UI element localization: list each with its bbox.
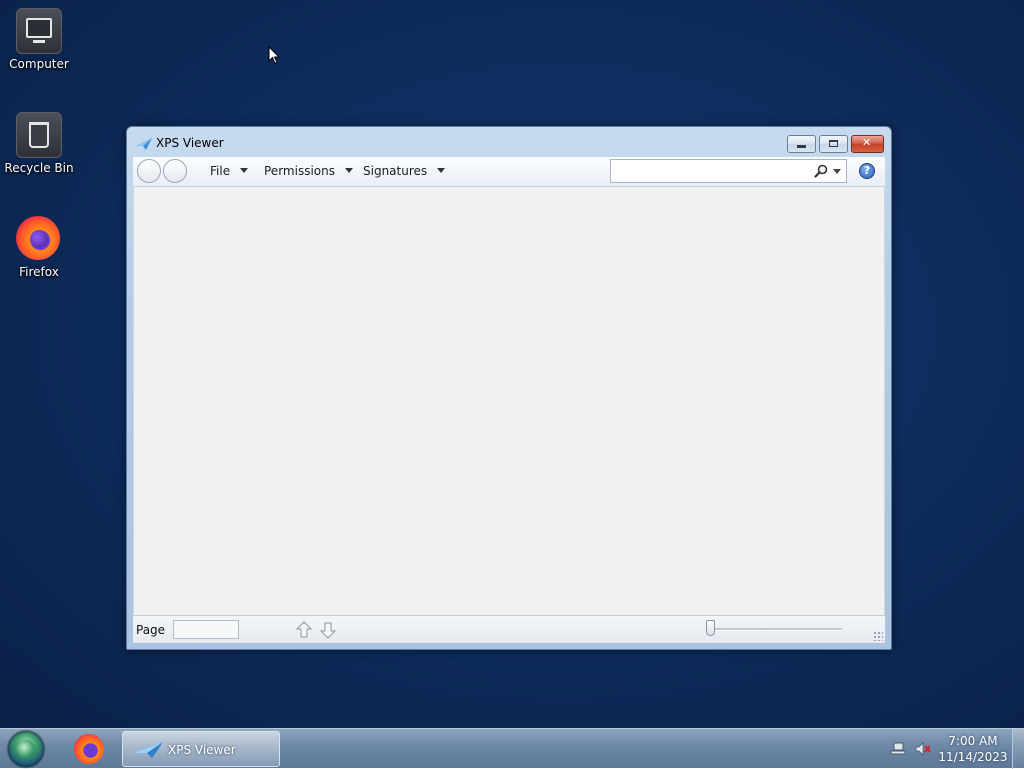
help-glyph: ? — [863, 164, 871, 177]
chevron-down-icon — [344, 168, 353, 173]
volume-muted-icon[interactable] — [915, 742, 931, 756]
desktop-icon-recycle-bin[interactable]: Recycle Bin — [0, 112, 78, 175]
chevron-down-icon — [240, 168, 249, 173]
firefox-icon — [16, 216, 62, 262]
previous-page-icon[interactable] — [295, 620, 313, 640]
mouse-cursor-icon — [268, 46, 280, 65]
signatures-menu-label: Signatures — [363, 164, 428, 178]
show-desktop-button[interactable] — [1012, 729, 1024, 769]
taskbar-xps-viewer-button[interactable]: XPS Viewer — [122, 731, 280, 767]
xps-viewer-window: XPS Viewer File Permissions Signatures — [126, 126, 892, 650]
status-bar: Page — [133, 615, 885, 643]
search-box — [610, 159, 847, 183]
document-area[interactable] — [133, 187, 885, 615]
window-title: XPS Viewer — [156, 136, 224, 150]
firefox-icon — [74, 734, 104, 764]
forward-button[interactable] — [163, 159, 187, 183]
search-icon[interactable] — [814, 164, 828, 178]
page-number-input[interactable] — [173, 620, 239, 639]
desktop-icon-label: Firefox — [19, 265, 59, 279]
clock[interactable]: 7:00 AM 11/14/2023 — [936, 733, 1010, 765]
taskbar-firefox-button[interactable] — [70, 732, 110, 766]
signatures-menu[interactable]: Signatures — [363, 164, 446, 178]
close-button[interactable] — [851, 135, 884, 153]
minimize-button[interactable] — [787, 135, 816, 153]
xps-viewer-app-icon — [136, 138, 152, 150]
back-button[interactable] — [137, 159, 161, 183]
desktop: Computer Recycle Bin Firefox XPS Viewer — [0, 0, 1024, 728]
computer-icon — [16, 8, 62, 54]
taskbar-button-label: XPS Viewer — [168, 743, 236, 757]
desktop-icon-firefox[interactable]: Firefox — [0, 216, 78, 279]
clock-date: 11/14/2023 — [938, 750, 1008, 764]
file-menu[interactable]: File — [210, 164, 249, 178]
help-icon[interactable]: ? — [859, 163, 875, 179]
start-button[interactable] — [8, 731, 44, 767]
network-icon[interactable] — [890, 741, 906, 757]
resize-grip[interactable] — [873, 631, 883, 641]
permissions-menu[interactable]: Permissions — [264, 164, 353, 178]
zoom-slider-thumb[interactable] — [706, 620, 715, 636]
search-dropdown-icon[interactable] — [833, 169, 841, 174]
permissions-menu-label: Permissions — [264, 164, 335, 178]
page-label: Page — [136, 623, 166, 637]
desktop-icon-label: Recycle Bin — [4, 161, 74, 175]
toolbar: File Permissions Signatures ? — [133, 157, 885, 187]
desktop-icon-computer[interactable]: Computer — [0, 8, 78, 71]
clock-time: 7:00 AM — [948, 734, 998, 748]
recycle-bin-icon — [16, 112, 62, 158]
file-menu-label: File — [210, 164, 231, 178]
chevron-down-icon — [437, 168, 446, 173]
zoom-slider-track[interactable] — [706, 628, 842, 631]
search-input[interactable] — [613, 162, 807, 180]
xps-viewer-app-icon — [133, 742, 163, 758]
maximize-button[interactable] — [819, 135, 848, 153]
desktop-icon-label: Computer — [9, 57, 69, 71]
next-page-icon[interactable] — [319, 620, 337, 640]
taskbar: XPS Viewer 7:00 AM 11/14/2023 — [0, 728, 1024, 769]
title-bar[interactable]: XPS Viewer — [127, 127, 891, 157]
